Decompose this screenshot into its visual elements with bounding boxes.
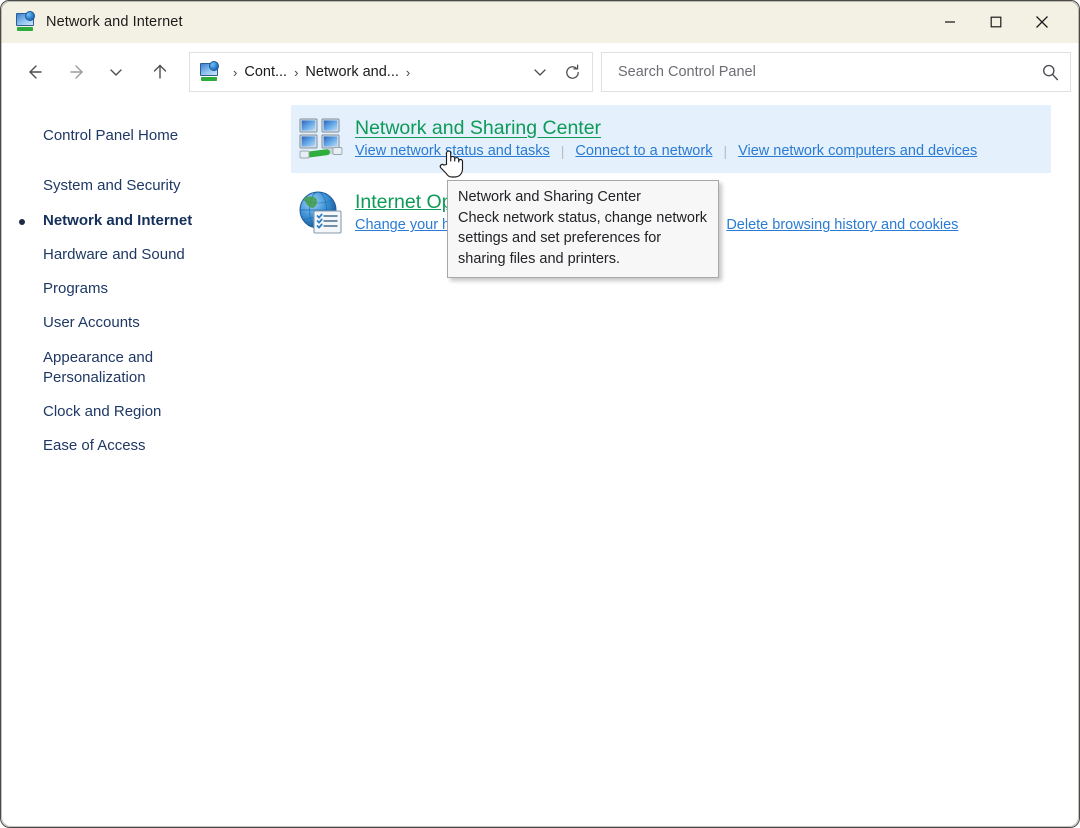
breadcrumb-item-network-and-internet[interactable]: Network and... (305, 64, 399, 80)
sidebar-item-clock-and-region[interactable]: Clock and Region (1, 395, 291, 429)
sidebar-item-appearance-and-personalization[interactable]: Appearance and Personalization (1, 341, 186, 396)
sidebar-item-user-accounts[interactable]: User Accounts (1, 306, 291, 340)
link-delete-browsing-history-and-cookies[interactable]: Delete browsing history and cookies (726, 217, 958, 233)
window-controls (927, 1, 1079, 43)
sidebar-item-label: User Accounts (43, 314, 140, 331)
link-view-network-status-and-tasks[interactable]: View network status and tasks (355, 143, 550, 159)
window-title: Network and Internet (46, 14, 183, 30)
category-network-and-sharing-center: Network and Sharing Center View network … (291, 105, 1051, 173)
link-separator: | (712, 143, 738, 159)
sidebar-item-label: Ease of Access (43, 437, 146, 454)
category-title-link[interactable]: Network and Sharing Center (355, 117, 601, 139)
sidebar-item-label: Control Panel Home (43, 127, 178, 144)
sidebar-item-ease-of-access[interactable]: Ease of Access (1, 429, 291, 463)
refresh-icon[interactable] (556, 55, 588, 89)
category-links: View network status and tasks | Connect … (355, 143, 977, 159)
control-panel-icon (198, 62, 220, 82)
link-view-network-computers-and-devices[interactable]: View network computers and devices (738, 143, 977, 159)
tooltip-title: Network and Sharing Center (458, 187, 708, 208)
link-separator: | (550, 143, 576, 159)
recent-locations-chevron-down-icon[interactable] (97, 53, 135, 91)
title-bar: Network and Internet (1, 1, 1079, 43)
minimize-button[interactable] (927, 1, 973, 43)
sidebar: Control Panel Home System and Security N… (1, 101, 291, 828)
breadcrumb-separator: › (287, 65, 305, 80)
sidebar-item-label: Appearance and Personalization (43, 349, 153, 386)
tooltip: Network and Sharing Center Check network… (447, 180, 719, 278)
forward-button[interactable] (59, 53, 97, 91)
sidebar-item-label: System and Security (43, 177, 181, 194)
breadcrumb-separator: › (226, 65, 244, 80)
network-sharing-center-icon (297, 115, 345, 163)
network-monitor-icon (14, 12, 36, 32)
search-input[interactable] (618, 64, 1041, 80)
sidebar-item-label: Network and Internet (43, 212, 192, 229)
back-button[interactable] (15, 53, 53, 91)
control-panel-window: Network and Internet (0, 0, 1080, 828)
category-body: Network and Sharing Center View network … (355, 115, 977, 159)
sidebar-item-control-panel-home[interactable]: Control Panel Home (1, 119, 291, 153)
sidebar-item-label: Programs (43, 280, 108, 297)
internet-options-globe-icon (297, 189, 345, 237)
up-button[interactable] (141, 53, 179, 91)
current-item-bullet-icon (19, 219, 25, 225)
previous-locations-chevron-down-icon[interactable] (524, 55, 556, 89)
close-button[interactable] (1019, 1, 1065, 43)
sidebar-item-hardware-and-sound[interactable]: Hardware and Sound (1, 238, 291, 272)
breadcrumb-item-control-panel[interactable]: Cont... (244, 64, 287, 80)
link-connect-to-a-network[interactable]: Connect to a network (575, 143, 712, 159)
sidebar-item-programs[interactable]: Programs (1, 272, 291, 306)
search-icon[interactable] (1041, 63, 1060, 82)
sidebar-item-network-and-internet[interactable]: Network and Internet (1, 204, 291, 238)
sidebar-item-label: Hardware and Sound (43, 246, 185, 263)
sidebar-item-label: Clock and Region (43, 403, 161, 420)
sidebar-item-system-and-security[interactable]: System and Security (1, 169, 291, 203)
search-box[interactable] (601, 52, 1071, 92)
breadcrumb-separator: › (399, 65, 417, 80)
tooltip-body: Check network status, change network set… (458, 208, 708, 270)
navigation-toolbar: › Cont... › Network and... › (1, 43, 1079, 101)
address-bar[interactable]: › Cont... › Network and... › (189, 52, 593, 92)
maximize-button[interactable] (973, 1, 1019, 43)
